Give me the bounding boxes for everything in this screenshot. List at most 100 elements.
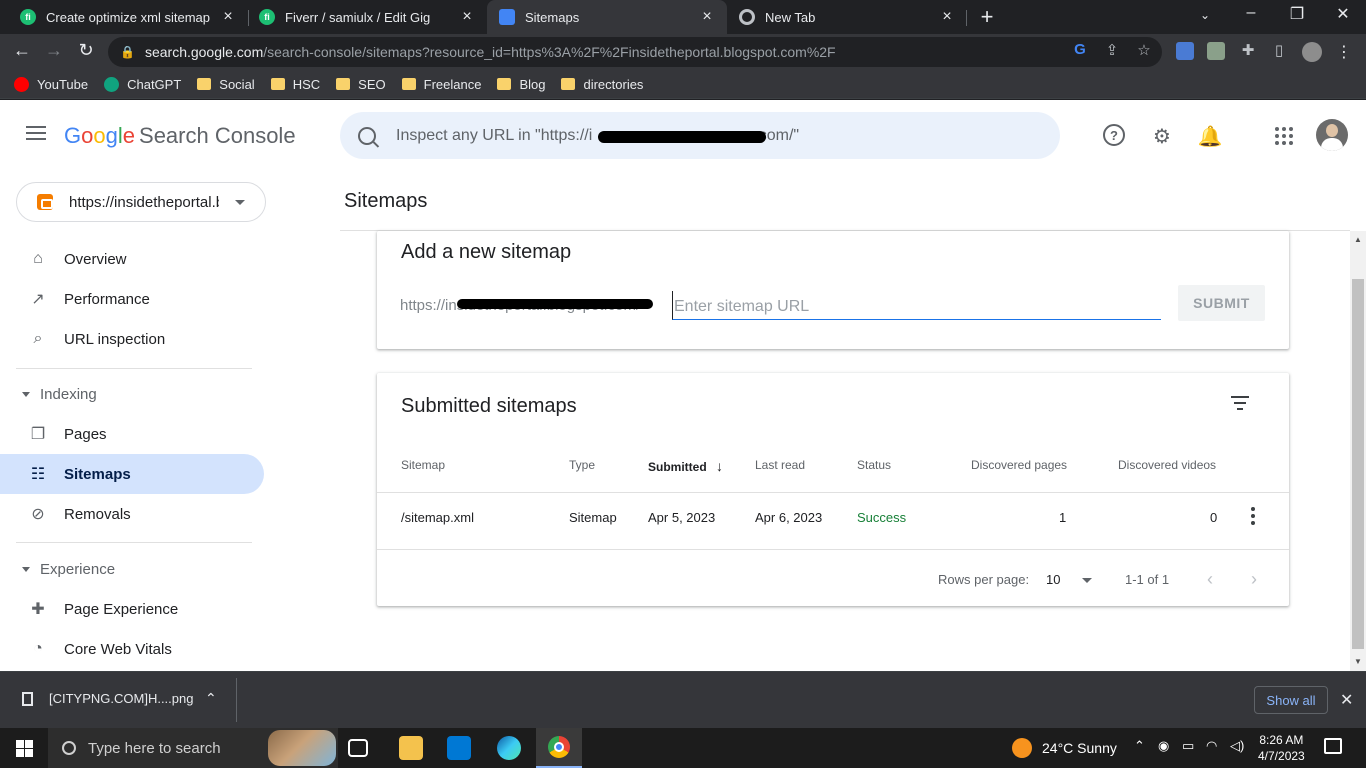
sidebar-item-url-inspection[interactable]: ⌕ URL inspection xyxy=(0,319,264,359)
column-header-sitemap[interactable]: Sitemap xyxy=(401,458,445,472)
cell-last-read: Apr 6, 2023 xyxy=(755,510,823,525)
close-icon[interactable]: ✕ xyxy=(1340,690,1353,710)
file-explorer-icon[interactable] xyxy=(399,736,423,760)
extensions-puzzle-icon[interactable]: ✚ xyxy=(1239,41,1257,59)
search-console-logo[interactable]: Google Search Console xyxy=(64,123,296,149)
notifications-icon[interactable] xyxy=(1324,738,1342,754)
browser-tab-2[interactable]: fi Fiverr / samiulx / Edit Gig × xyxy=(247,0,487,34)
edge-icon[interactable] xyxy=(497,736,521,760)
bookmark-folder-social[interactable]: Social xyxy=(197,77,255,92)
scroll-up-icon[interactable]: ▲ xyxy=(1354,235,1362,244)
windows-taskbar: Type here to search 24°C Sunny ⌃ ◉ ▭ ◠ ◁… xyxy=(0,728,1366,768)
profile-avatar[interactable] xyxy=(1302,42,1322,62)
google-apps-icon[interactable] xyxy=(1272,124,1296,148)
side-panel-icon[interactable]: ▯ xyxy=(1270,41,1288,59)
sidebar-item-core-web-vitals[interactable]: ◔ Core Web Vitals xyxy=(0,629,264,669)
close-tab-icon[interactable]: × xyxy=(459,8,475,26)
windows-start-icon[interactable] xyxy=(16,740,33,757)
bookmark-star-icon[interactable]: ☆ xyxy=(1135,41,1153,59)
bookmark-youtube[interactable]: YouTube xyxy=(14,76,88,92)
manage-users-icon[interactable]: ⚙ xyxy=(1150,124,1174,148)
system-clock[interactable]: 8:26 AM 4/7/2023 xyxy=(1258,732,1305,764)
sidebar-item-sitemaps[interactable]: ☷ Sitemaps xyxy=(0,454,264,494)
minimize-icon[interactable]: – xyxy=(1236,4,1266,22)
restore-icon[interactable]: ❐ xyxy=(1282,4,1312,24)
bookmark-folder-directories[interactable]: directories xyxy=(561,77,643,92)
bookmark-folder-hsc[interactable]: HSC xyxy=(270,77,320,92)
battery-icon[interactable]: ▭ xyxy=(1182,738,1194,754)
chevron-up-icon[interactable]: ⌃ xyxy=(205,690,217,707)
bookmark-folder-blog[interactable]: Blog xyxy=(497,77,545,92)
section-experience[interactable]: Experience xyxy=(22,561,115,578)
fiverr-icon: fi xyxy=(20,9,36,25)
app-header: Google Search Console Inspect any URL in … xyxy=(0,100,1366,172)
extension-icon[interactable] xyxy=(1176,42,1194,60)
weather-widget[interactable]: 24°C Sunny xyxy=(1012,738,1117,758)
main-menu-icon[interactable] xyxy=(26,126,46,144)
column-header-submitted[interactable]: Submitted ↓ xyxy=(648,458,723,474)
account-avatar[interactable] xyxy=(1316,119,1348,151)
sort-arrow-down-icon: ↓ xyxy=(716,458,724,474)
folder-icon xyxy=(401,78,416,90)
sidebar-item-removals[interactable]: ⊘ Removals xyxy=(0,494,264,534)
rows-per-page-label: Rows per page: xyxy=(938,572,1030,587)
browser-tab-4[interactable]: New Tab × xyxy=(727,0,967,34)
folder-icon xyxy=(497,78,512,90)
meet-now-icon[interactable]: ◉ xyxy=(1158,738,1169,754)
previous-page-icon[interactable]: ‹ xyxy=(1207,569,1213,590)
sidebar-item-overview[interactable]: ⌂ Overview xyxy=(0,239,264,279)
column-header-status[interactable]: Status xyxy=(857,458,891,472)
new-tab-icon[interactable]: + xyxy=(975,4,999,30)
browser-tab-1[interactable]: fi Create optimize xml sitemap and × xyxy=(8,0,248,34)
bookmark-folder-seo[interactable]: SEO xyxy=(336,77,386,92)
close-tab-icon[interactable]: × xyxy=(699,8,715,26)
filter-icon[interactable] xyxy=(1231,396,1249,414)
chevron-up-icon[interactable]: ⌃ xyxy=(1134,738,1145,754)
task-view-icon[interactable] xyxy=(348,739,368,757)
back-icon[interactable]: ← xyxy=(10,40,34,61)
section-indexing[interactable]: Indexing xyxy=(22,386,97,403)
submit-button[interactable]: SUBMIT xyxy=(1178,285,1265,321)
close-window-icon[interactable]: ✕ xyxy=(1328,4,1358,24)
show-all-button[interactable]: Show all xyxy=(1254,686,1328,714)
column-header-discovered-pages[interactable]: Discovered pages xyxy=(971,458,1067,472)
browser-tab-3[interactable]: Sitemaps × xyxy=(487,0,727,34)
property-selector[interactable]: https://insidetheportal.blogspot.com/ xyxy=(16,182,266,222)
google-lens-icon[interactable]: G xyxy=(1071,41,1089,58)
tab-search-icon[interactable]: ⌄ xyxy=(1190,8,1220,22)
column-header-type[interactable]: Type xyxy=(569,458,595,472)
share-icon[interactable]: ⇪ xyxy=(1103,41,1121,59)
column-header-discovered-videos[interactable]: Discovered videos xyxy=(1118,458,1216,472)
bookmark-folder-freelance[interactable]: Freelance xyxy=(401,77,481,92)
close-tab-icon[interactable]: × xyxy=(939,8,955,26)
search-highlight-image xyxy=(268,730,336,766)
row-more-icon[interactable] xyxy=(1251,507,1255,528)
url-inspect-search[interactable]: Inspect any URL in "https://i .com/" xyxy=(340,112,1060,159)
chrome-menu-icon[interactable]: ⋮ xyxy=(1336,42,1352,62)
redaction-mark xyxy=(457,299,653,309)
microsoft-store-icon[interactable] xyxy=(447,736,471,760)
sitemap-url-input[interactable]: Enter sitemap URL xyxy=(672,291,1161,320)
reload-icon[interactable]: ↻ xyxy=(74,40,98,61)
folder-icon xyxy=(270,78,285,90)
sidebar-item-page-experience[interactable]: ✚ Page Experience xyxy=(0,589,264,629)
address-bar[interactable]: 🔒 search.google.com/search-console/sitem… xyxy=(108,37,1162,67)
download-item[interactable]: [CITYPNG.COM]H....png xyxy=(22,691,193,706)
sidebar-item-performance[interactable]: ↗ Performance xyxy=(0,279,264,319)
notifications-bell-icon[interactable]: 🔔 xyxy=(1198,124,1223,148)
wifi-icon[interactable]: ◠ xyxy=(1206,738,1217,754)
scrollbar-thumb[interactable] xyxy=(1352,279,1364,649)
close-tab-icon[interactable]: × xyxy=(220,8,236,26)
forward-icon[interactable]: → xyxy=(42,40,66,61)
extension-icon[interactable] xyxy=(1207,42,1225,60)
next-page-icon[interactable]: › xyxy=(1251,569,1257,590)
browser-toolbar: ← → ↻ 🔒 search.google.com/search-console… xyxy=(0,34,1366,70)
page-scrollbar[interactable]: ▲ ▼ xyxy=(1350,231,1366,671)
bookmark-chatgpt[interactable]: ChatGPT xyxy=(104,76,181,92)
volume-icon[interactable]: ◁) xyxy=(1230,738,1244,754)
scroll-down-icon[interactable]: ▼ xyxy=(1354,657,1362,666)
rows-per-page-select[interactable]: 10 xyxy=(1046,572,1093,587)
sidebar-item-pages[interactable]: ❐ Pages xyxy=(0,414,264,454)
help-icon[interactable]: ? xyxy=(1103,124,1125,146)
column-header-last-read[interactable]: Last read xyxy=(755,458,805,472)
